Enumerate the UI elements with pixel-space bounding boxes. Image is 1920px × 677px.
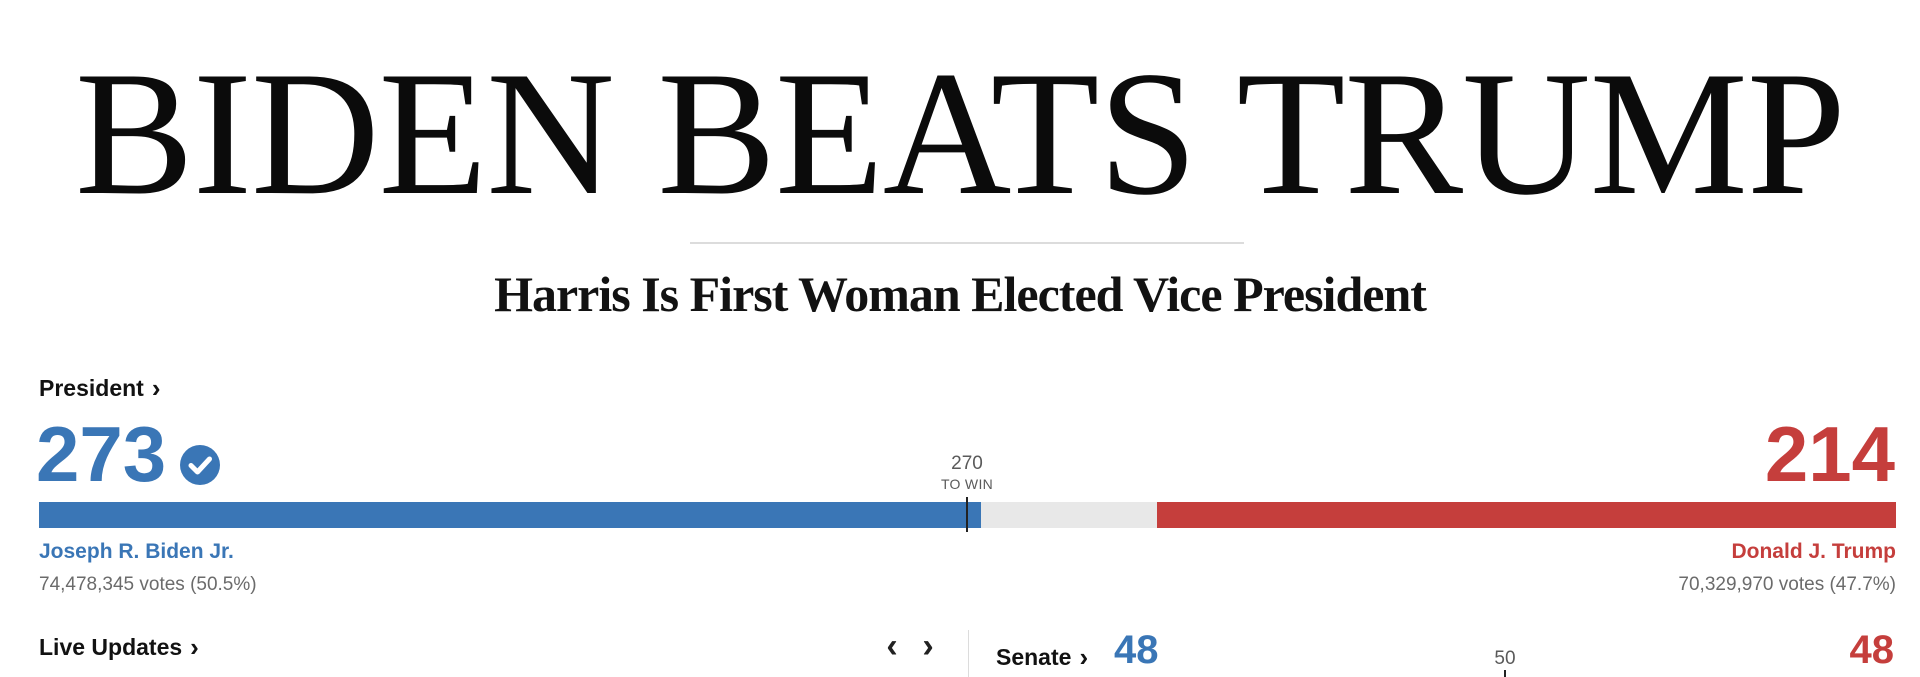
threshold-marker: [966, 497, 968, 532]
senate-section-link[interactable]: Senate ›: [996, 644, 1088, 671]
president-label: President: [39, 375, 144, 401]
biden-electoral-votes: 273: [36, 410, 167, 498]
senate-dem-seats: 48: [1114, 628, 1159, 672]
senate-threshold-marker: [1504, 670, 1506, 677]
live-updates-link[interactable]: Live Updates ›: [39, 634, 199, 661]
headline: BIDEN BEATS TRUMP: [75, 34, 1846, 232]
senate-label: Senate: [996, 644, 1072, 670]
prev-arrow-icon[interactable]: ‹: [877, 628, 907, 664]
senate-threshold: 50: [1494, 648, 1516, 669]
next-arrow-icon[interactable]: ›: [913, 628, 943, 664]
senate-rep-seats: 48: [1849, 628, 1895, 672]
live-updates-label: Live Updates: [39, 634, 183, 660]
biden-votes: 74,478,345 votes (50.5%): [39, 574, 257, 595]
subheadline: Harris Is First Woman Elected Vice Presi…: [494, 266, 1427, 322]
trump-electoral-votes: 214: [1764, 410, 1895, 498]
chevron-right-icon: ›: [151, 372, 161, 403]
chevron-right-icon: ›: [190, 631, 199, 662]
headline-divider: [690, 242, 1244, 244]
threshold-number: 270: [951, 453, 983, 474]
electoral-bar-dem: [39, 502, 981, 528]
biden-name[interactable]: Joseph R. Biden Jr.: [39, 540, 234, 564]
vertical-divider: [968, 630, 969, 677]
trump-votes: 70,329,970 votes (47.7%): [1678, 574, 1896, 595]
threshold-label: TO WIN: [940, 476, 994, 492]
trump-name[interactable]: Donald J. Trump: [1731, 540, 1896, 564]
electoral-bar-rep: [1157, 502, 1896, 528]
president-section-link[interactable]: President ›: [39, 375, 161, 402]
check-circle-icon: [180, 445, 220, 485]
chevron-right-icon: ›: [1079, 641, 1089, 672]
